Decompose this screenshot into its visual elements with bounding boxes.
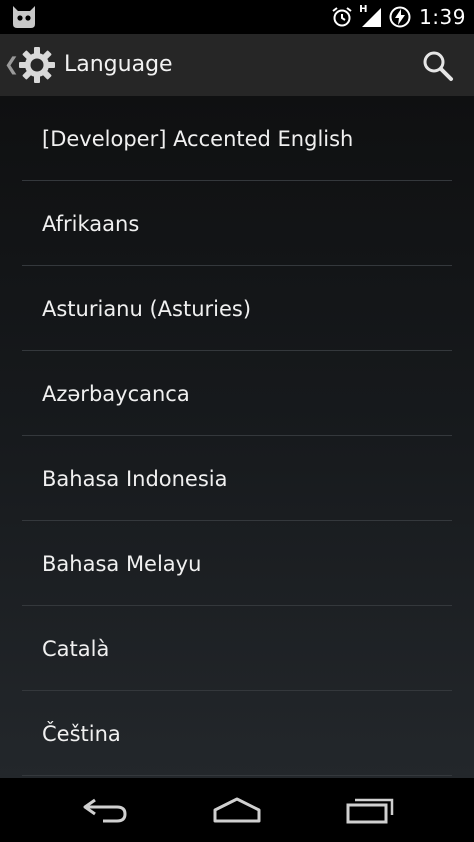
home-icon[interactable] (205, 790, 269, 830)
alarm-icon (331, 6, 353, 28)
language-item[interactable]: Català (0, 606, 474, 691)
language-item[interactable]: [Developer] Accented English (0, 96, 474, 181)
action-bar: ❮ Language (0, 34, 474, 97)
status-bar: H 1:39 (0, 0, 474, 34)
clock: 1:39 (419, 5, 466, 29)
language-item[interactable]: Čeština (0, 691, 474, 776)
language-label: Azərbaycanca (42, 382, 190, 406)
language-label: Afrikaans (42, 212, 140, 236)
language-label: Čeština (42, 722, 121, 746)
network-type-label: H (359, 4, 368, 15)
battery-charging-icon (389, 6, 411, 28)
back-icon[interactable] (73, 790, 137, 830)
language-item[interactable]: Afrikaans (0, 181, 474, 266)
language-label: Bahasa Melayu (42, 552, 202, 576)
gear-icon[interactable] (17, 45, 57, 85)
language-label: Bahasa Indonesia (42, 467, 228, 491)
language-item[interactable]: Bahasa Indonesia (0, 436, 474, 521)
language-item[interactable]: Asturianu (Asturies) (0, 266, 474, 351)
language-item[interactable]: Azərbaycanca (0, 351, 474, 436)
recent-apps-icon[interactable] (338, 790, 402, 830)
cyanogenmod-icon (10, 4, 38, 30)
language-label: Català (42, 637, 110, 661)
navigation-bar (0, 778, 474, 842)
language-label: Asturianu (Asturies) (42, 297, 252, 321)
screen: H 1:39 ❮ Language [Developer] Accented E… (0, 0, 474, 842)
divider (22, 775, 452, 776)
search-icon[interactable] (420, 48, 456, 84)
status-icons: H 1:39 (325, 0, 466, 34)
language-list[interactable]: [Developer] Accented English Afrikaans A… (0, 96, 474, 778)
signal-icon: H (359, 4, 383, 28)
page-title: Language (64, 52, 173, 77)
language-item[interactable]: Bahasa Melayu (0, 521, 474, 606)
language-label: [Developer] Accented English (42, 127, 354, 151)
